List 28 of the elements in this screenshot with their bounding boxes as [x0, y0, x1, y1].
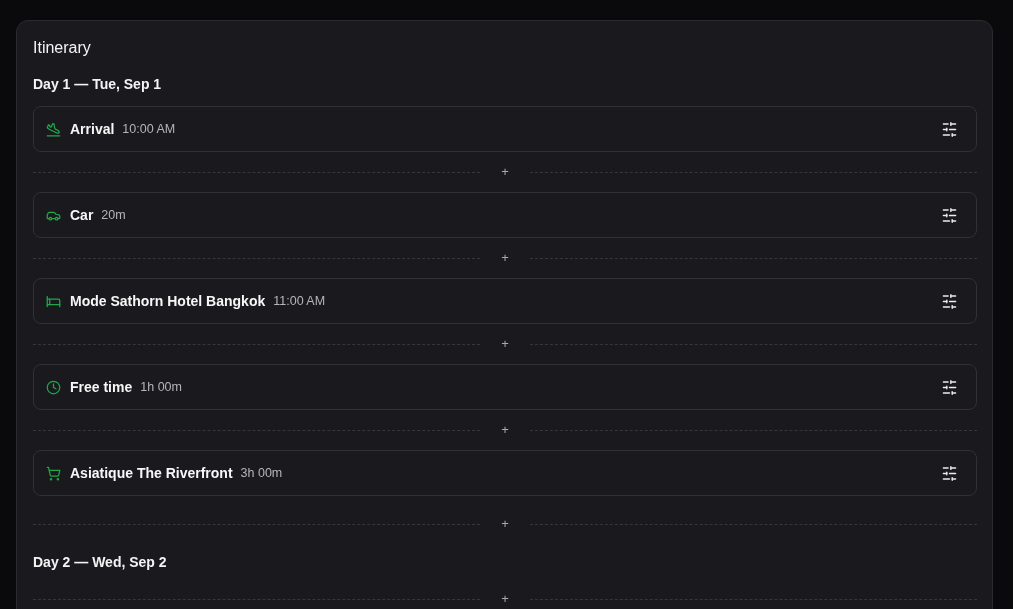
- activity-detail: 1h 00m: [140, 380, 182, 394]
- sliders-icon[interactable]: [942, 207, 957, 223]
- landing-plane-icon: [46, 121, 61, 137]
- sliders-icon[interactable]: [942, 465, 957, 481]
- day-heading: Day 2 — Wed, Sep 2: [33, 553, 168, 572]
- add-button[interactable]: +: [497, 337, 513, 351]
- activity-title: Mode Sathorn Hotel Bangkok: [70, 293, 266, 309]
- activity-detail: 11:00 AM: [273, 294, 326, 308]
- bed-icon: [46, 293, 61, 309]
- add-button[interactable]: +: [497, 517, 513, 531]
- add-button[interactable]: +: [497, 592, 513, 606]
- add-button[interactable]: +: [497, 165, 513, 179]
- sliders-icon[interactable]: [942, 121, 957, 137]
- activity-detail: 10:00 AM: [122, 122, 176, 136]
- activity-title: Arrival: [70, 121, 115, 137]
- activity-title: Free time: [70, 379, 133, 395]
- panel-title: Itinerary: [33, 38, 92, 58]
- activity-detail: 3h 00m: [240, 466, 283, 480]
- add-button[interactable]: +: [497, 251, 513, 265]
- cart-icon: [46, 465, 61, 481]
- activity-detail: 20m: [101, 208, 126, 222]
- sliders-icon[interactable]: [942, 379, 957, 395]
- day-heading: Day 1 — Tue, Sep 1: [33, 75, 163, 94]
- sliders-icon[interactable]: [942, 293, 957, 309]
- add-button[interactable]: +: [497, 423, 513, 437]
- clock-icon: [46, 379, 61, 395]
- activity-title: Car: [70, 207, 94, 223]
- activity-title: Asiatique The Riverfront: [70, 465, 233, 481]
